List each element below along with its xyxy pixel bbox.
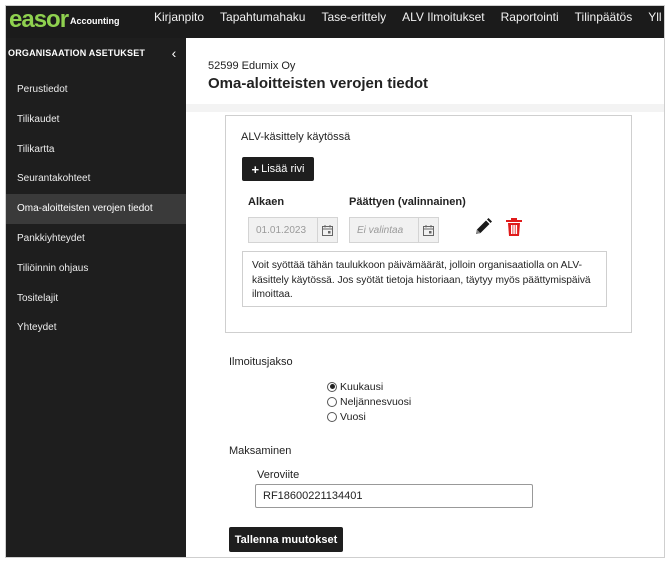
nav-raportointi[interactable]: Raportointi (493, 6, 567, 38)
end-date-placeholder: Ei valintaa (357, 224, 404, 236)
nav-tase-erittely[interactable]: Tase-erittely (313, 6, 394, 38)
nav-alv-ilmoitukset[interactable]: ALV Ilmoitukset (394, 6, 492, 38)
main-menu: Kirjanpito Tapahtumahaku Tase-erittely A… (146, 6, 664, 38)
vat-handling-card: ALV-käsittely käytössä + Lisää rivi Alka… (225, 115, 632, 333)
vat-card-title: ALV-käsittely käytössä (241, 131, 351, 143)
vat-info-text: Voit syöttää tähän taulukkoon päivämäärä… (242, 251, 607, 307)
sidebar-item-tositelajit[interactable]: Tositelajit (6, 284, 186, 314)
nav-kirjanpito[interactable]: Kirjanpito (146, 6, 212, 38)
radio-label: Kuukausi (340, 380, 384, 393)
sidebar-header: ORGANISAATION ASETUKSET ‹ (6, 45, 186, 61)
main-content: 52599 Edumix Oy Oma-aloitteisten verojen… (186, 38, 664, 557)
plus-icon: + (251, 161, 260, 177)
app-window: easor Accounting Kirjanpito Tapahtumahak… (5, 5, 665, 558)
radio-button[interactable] (327, 381, 337, 392)
organization-name: 52599 Edumix Oy (208, 60, 296, 72)
sidebar-item-tilikaudet[interactable]: Tilikaudet (6, 105, 186, 135)
sidebar-item-yhteydet[interactable]: Yhteydet (6, 313, 186, 343)
pencil-icon[interactable] (473, 217, 493, 237)
trash-icon[interactable] (505, 217, 523, 237)
settings-sidebar: ORGANISAATION ASETUKSET ‹ Perustiedot Ti… (6, 38, 186, 557)
add-row-label: Lisää rivi (261, 163, 305, 175)
radio-button[interactable] (327, 411, 337, 422)
section-divider (186, 104, 664, 112)
save-changes-button[interactable]: Tallenna muutokset (229, 527, 343, 552)
product-name: Accounting (70, 16, 120, 26)
period-option-kuukausi[interactable]: Kuukausi (327, 379, 411, 394)
sidebar-item-tilikartta[interactable]: Tilikartta (6, 135, 186, 165)
start-date-value: 01.01.2023 (256, 224, 307, 236)
reporting-period-label: Ilmoitusjakso (229, 356, 293, 368)
reporting-period-options: Kuukausi Neljännesvuosi Vuosi (327, 379, 411, 424)
sidebar-item-seurantakohteet[interactable]: Seurantakohteet (6, 164, 186, 194)
start-date-field[interactable]: 01.01.2023 (248, 217, 338, 243)
sidebar-title: ORGANISAATION ASETUKSET (8, 48, 146, 58)
sidebar-item-tilioinnin-ohjaus[interactable]: Tiliöinnin ohjaus (6, 254, 186, 284)
end-date-header: Päättyen (valinnainen) (349, 196, 466, 208)
radio-label: Neljännesvuosi (340, 395, 412, 408)
page-title: Oma-aloitteisten verojen tiedot (208, 75, 429, 92)
sidebar-menu: Perustiedot Tilikaudet Tilikartta Seuran… (6, 75, 186, 343)
add-row-button[interactable]: + Lisää rivi (242, 157, 314, 181)
top-navigation-bar: easor Accounting Kirjanpito Tapahtumahak… (6, 6, 664, 38)
nav-yll[interactable]: Yll (640, 6, 664, 38)
nav-tapahtumahaku[interactable]: Tapahtumahaku (212, 6, 313, 38)
period-option-neljannesvuosi[interactable]: Neljännesvuosi (327, 394, 411, 409)
payment-section-label: Maksaminen (229, 445, 292, 457)
tax-reference-input[interactable] (255, 484, 533, 508)
start-date-header: Alkaen (248, 196, 285, 208)
calendar-icon[interactable] (418, 218, 438, 242)
collapse-sidebar-icon[interactable]: ‹ (167, 45, 181, 61)
sidebar-item-pankkiyhteydet[interactable]: Pankkiyhteydet (6, 224, 186, 254)
radio-label: Vuosi (340, 410, 366, 423)
period-option-vuosi[interactable]: Vuosi (327, 409, 411, 424)
sidebar-item-perustiedot[interactable]: Perustiedot (6, 75, 186, 105)
end-date-field[interactable]: Ei valintaa (349, 217, 439, 243)
radio-button[interactable] (327, 396, 337, 407)
tax-reference-label: Veroviite (257, 469, 300, 481)
nav-tilinpaatos[interactable]: Tilinpäätös (567, 6, 641, 38)
calendar-icon[interactable] (317, 218, 337, 242)
easor-logo[interactable]: easor (9, 8, 69, 32)
sidebar-item-oma-aloitteiset-verot[interactable]: Oma-aloitteisten verojen tiedot (6, 194, 186, 224)
